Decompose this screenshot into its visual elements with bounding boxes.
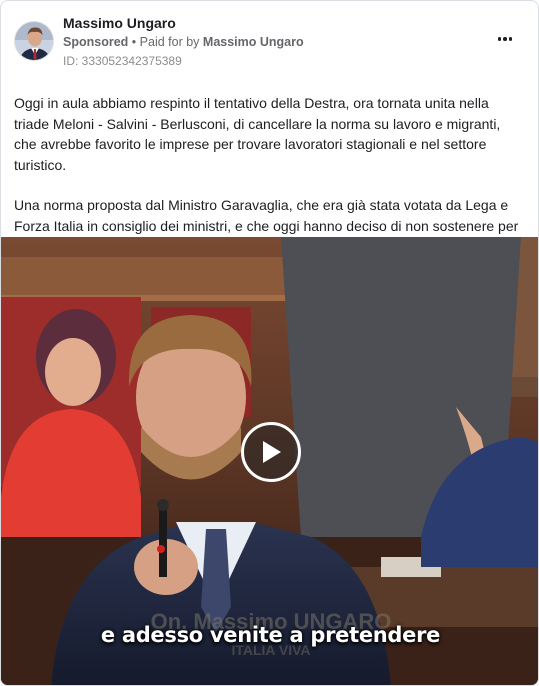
paid-for-prefix: Paid for by <box>139 35 200 49</box>
post-body: Oggi in aula abbiamo respinto il tentati… <box>14 93 526 257</box>
avatar[interactable] <box>14 21 54 61</box>
ad-id: ID: 333052342375389 <box>63 54 182 68</box>
sponsored-label: Sponsored <box>63 35 129 49</box>
post-header: Massimo Ungaro Sponsored • Paid for by M… <box>1 1 538 81</box>
play-icon[interactable] <box>241 422 301 482</box>
meta-separator: • <box>131 35 137 49</box>
author-name[interactable]: Massimo Ungaro <box>63 15 176 31</box>
post-paragraph: Oggi in aula abbiamo respinto il tentati… <box>14 95 501 173</box>
sponsored-line: Sponsored • Paid for by Massimo Ungaro <box>63 35 304 49</box>
more-options-icon[interactable] <box>494 29 516 49</box>
video-caption: e adesso venite a pretendere <box>100 623 441 647</box>
paid-for-name[interactable]: Massimo Ungaro <box>203 35 304 49</box>
ad-post-card: Massimo Ungaro Sponsored • Paid for by M… <box>0 0 539 686</box>
